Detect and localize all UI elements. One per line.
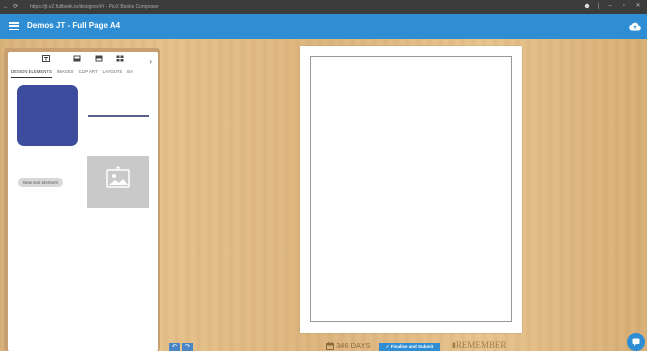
image-placeholder[interactable] (87, 156, 149, 208)
calendar-icon (326, 342, 334, 350)
canvas-page[interactable] (300, 46, 522, 333)
reload-icon[interactable]: ⟳ (13, 4, 18, 10)
grid-layout-icon[interactable] (116, 55, 124, 62)
finalise-submit-button[interactable]: ✓ Finalise and Submit (379, 343, 440, 351)
extension-icon[interactable] (584, 3, 590, 9)
chevron-right-icon[interactable]: › (149, 58, 152, 66)
browser-nav: ← ⟳ (3, 4, 18, 10)
chat-button[interactable] (627, 333, 645, 351)
app-title: Demos JT - Full Page A4 (27, 21, 121, 30)
tab-design-elements[interactable]: DESIGN ELEMENTS (11, 68, 52, 78)
page-margin-guide (310, 56, 512, 322)
browser-titlebar: ← ⟳ https://jt.v2.fullbook.io/designer/#… (0, 0, 647, 14)
tab-images[interactable]: IMAGES (57, 68, 74, 78)
app-header: Demos JT - Full Page A4 (0, 14, 647, 39)
image-placeholder-icon (106, 166, 130, 188)
minimize-icon[interactable]: – (607, 3, 613, 9)
panel-category-icons: › (8, 55, 158, 66)
back-icon[interactable]: ← (3, 4, 9, 10)
divider (598, 3, 599, 9)
days-remaining: 346 DAYS (326, 341, 370, 351)
maximize-icon[interactable]: ▫ (621, 3, 627, 9)
line-element[interactable] (88, 115, 149, 117)
undo-button[interactable]: ↶ (169, 343, 180, 351)
panel-tabs: DESIGN ELEMENTS IMAGES CLIP ART LAYOUTS … (8, 68, 158, 78)
design-elements-panel: › DESIGN ELEMENTS IMAGES CLIP ART LAYOUT… (8, 52, 158, 351)
image-frame-icon[interactable] (73, 55, 81, 62)
template-icon[interactable] (95, 55, 103, 62)
hamburger-menu-icon[interactable] (9, 22, 19, 30)
chat-icon (632, 338, 640, 346)
text-box-icon[interactable] (42, 55, 50, 62)
remember-label: REMEMBER (455, 340, 507, 350)
tab-layouts[interactable]: LAYOUTS (103, 68, 123, 78)
cloud-save-icon[interactable] (629, 22, 641, 31)
close-icon[interactable]: ✕ (635, 3, 641, 9)
tab-clip-art[interactable]: CLIP ART (79, 68, 98, 78)
tab-backgrounds[interactable]: BA (127, 68, 133, 78)
text-element[interactable]: New text element (18, 178, 63, 187)
rounded-rectangle-shape[interactable] (17, 85, 78, 146)
remember-logo: ▮REMEMBER (452, 340, 507, 350)
redo-button[interactable]: ↷ (182, 343, 193, 351)
window-controls: – ▫ ✕ (584, 3, 641, 9)
browser-url[interactable]: https://jt.v2.fullbook.io/designer/#/ - … (30, 4, 159, 10)
days-label: 346 DAYS (336, 341, 371, 350)
